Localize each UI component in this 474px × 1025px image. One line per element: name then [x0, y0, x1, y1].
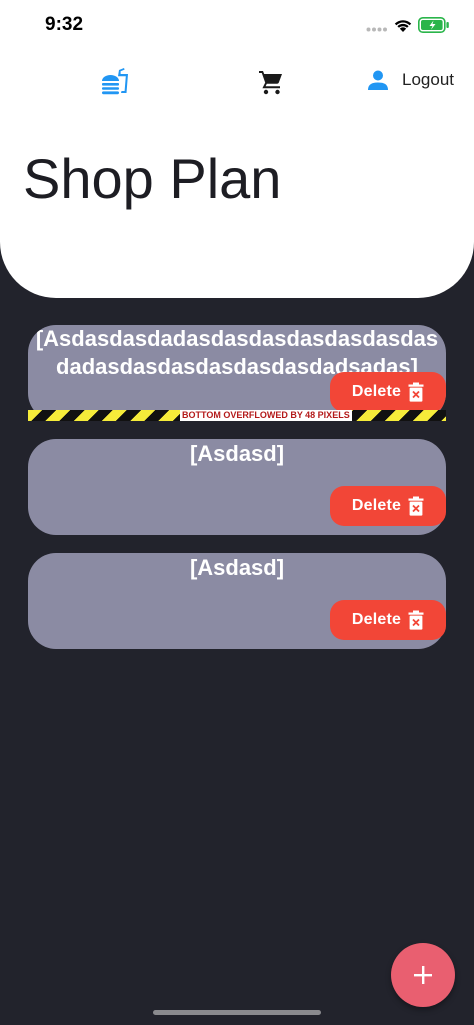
trash-icon — [408, 610, 424, 630]
delete-label: Delete — [351, 383, 402, 400]
home-indicator[interactable] — [153, 1010, 321, 1015]
plan-card[interactable]: [Asdasdasdadasdasdasdasdasdasdasdadasdas… — [28, 325, 446, 421]
plan-title: [Asdasd] — [189, 441, 285, 466]
delete-button[interactable]: Delete — [330, 372, 446, 412]
wifi-icon — [394, 20, 412, 32]
nav-bar: Logout — [0, 62, 474, 106]
page-title: Shop Plan — [23, 147, 282, 210]
header: 9:32 Logout Shop Plan — [0, 0, 474, 298]
trash-icon — [408, 382, 424, 402]
status-bar: 9:32 — [0, 0, 474, 50]
cart-icon[interactable] — [257, 68, 285, 96]
plan-title: [Asdasd] — [189, 555, 285, 580]
status-time: 9:32 — [45, 14, 84, 35]
delete-label: Delete — [351, 497, 402, 514]
plus-icon — [414, 966, 432, 984]
battery-icon — [418, 17, 449, 33]
delete-button[interactable]: Delete — [330, 486, 446, 526]
delete-button[interactable]: Delete — [330, 600, 446, 640]
delete-label: Delete — [351, 611, 402, 628]
fastfood-icon[interactable] — [100, 67, 130, 97]
person-icon — [368, 70, 388, 90]
trash-icon — [408, 496, 424, 516]
plan-card[interactable]: [Asdasd] Delete — [28, 553, 446, 649]
plan-card[interactable]: [Asdasd] Delete — [28, 439, 446, 535]
overflow-warning-bar: BOTTOM OVERFLOWED BY 48 PIXELS — [28, 410, 446, 421]
add-plan-button[interactable] — [391, 943, 455, 1007]
logout-button[interactable]: Logout — [366, 68, 454, 92]
signal-icon — [366, 27, 387, 32]
overflow-warning-label: BOTTOM OVERFLOWED BY 48 PIXELS — [180, 410, 352, 421]
logout-label: Logout — [402, 70, 454, 89]
